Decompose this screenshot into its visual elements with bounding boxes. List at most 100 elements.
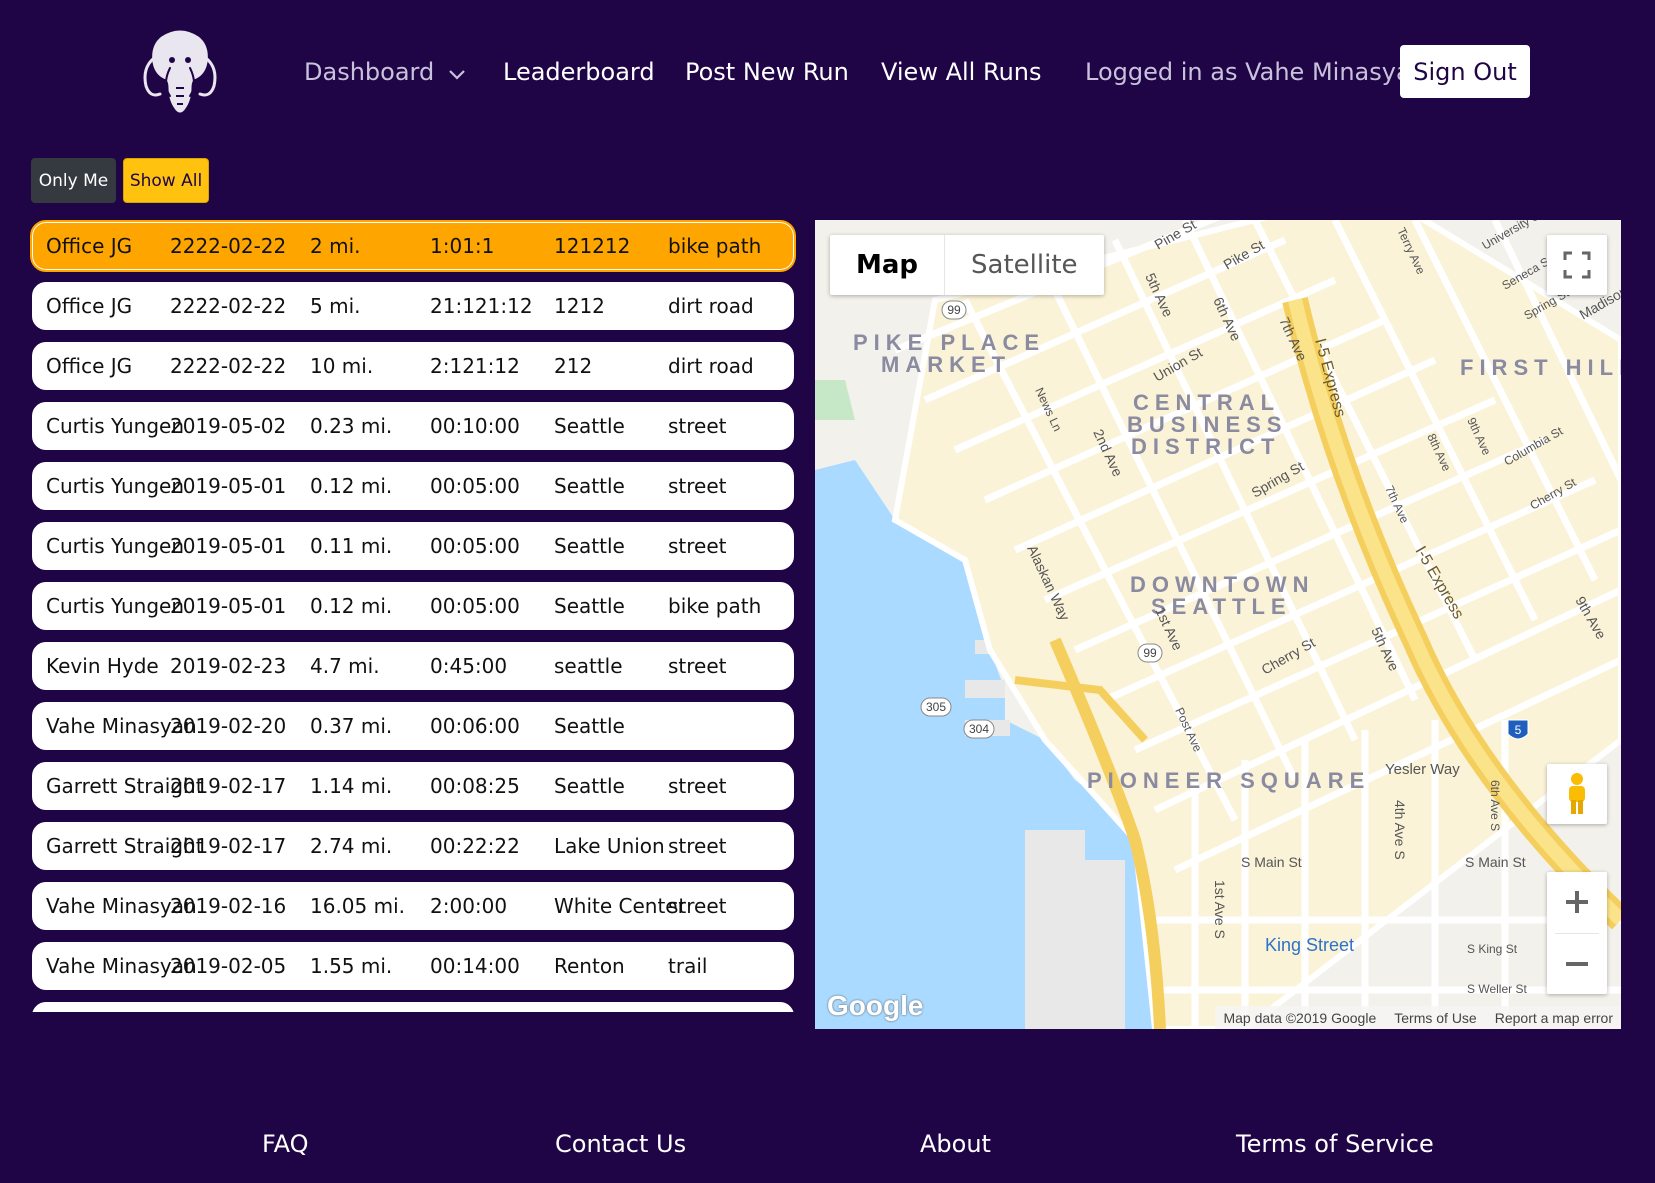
run-row[interactable]: Curtis Yungen 2019-05-01 0.12 mi. 00:05:00 S… xyxy=(30,460,796,512)
run-date: 2019-05-01 xyxy=(170,474,287,498)
run-row[interactable]: Vahe Minasyan 2019-02-16 16.05 mi. 2:00:00 W… xyxy=(30,880,796,932)
zoom-control xyxy=(1547,872,1607,994)
street-view-pegman-button[interactable] xyxy=(1547,764,1607,824)
terms-of-service-link[interactable]: Terms of Service xyxy=(1236,1129,1434,1159)
run-row[interactable]: Vahe Minasyan 2019-02-05 1.55 mi. 00:14:00 R… xyxy=(30,940,796,992)
run-row[interactable]: Curtis Yungen 2019-05-01 0.12 mi. 00:05:00 S… xyxy=(30,580,796,632)
run-row[interactable]: Office JG 2222-02-22 10 mi. 2:121:12 212 dirt… xyxy=(30,340,796,392)
svg-text:S Weller St: S Weller St xyxy=(1467,982,1527,996)
run-duration: 00:05:00 xyxy=(430,474,520,498)
run-duration: 00:14:00 xyxy=(430,954,520,978)
leaderboard-link[interactable]: Leaderboard xyxy=(503,57,655,87)
run-distance: 0.12 mi. xyxy=(310,594,393,618)
map-data-attribution: Map data ©2019 Google xyxy=(1223,1009,1377,1026)
run-distance: 2.74 mi. xyxy=(310,834,393,858)
run-row[interactable]: Garrett Straight 2019-02-17 1.14 mi. 00:08:… xyxy=(30,760,796,812)
run-surface: bike path xyxy=(668,234,762,258)
contact-us-link[interactable]: Contact Us xyxy=(555,1129,686,1159)
run-date: 2222-02-22 xyxy=(170,354,287,378)
run-location: Seattle xyxy=(554,594,625,618)
run-location: Renton xyxy=(554,954,625,978)
svg-text:S Main St: S Main St xyxy=(1465,854,1526,870)
svg-text:1st Ave S: 1st Ave S xyxy=(1212,880,1228,939)
fullscreen-button[interactable] xyxy=(1547,235,1607,295)
run-surface: street xyxy=(668,834,727,858)
run-surface: street xyxy=(668,654,727,678)
run-distance: 5 mi. xyxy=(310,294,361,318)
map-label: MARKET xyxy=(881,352,1011,377)
post-new-run-link[interactable]: Post New Run xyxy=(685,57,849,87)
run-date: 2222-02-22 xyxy=(170,294,287,318)
run-row[interactable]: Curtis Yungen 2019-05-02 0.23 mi. 00:10:00 S… xyxy=(30,400,796,452)
svg-text:305: 305 xyxy=(926,700,946,714)
run-row[interactable] xyxy=(30,1000,796,1012)
map-canvas[interactable]: PIKE PLACE MARKET CENTRAL BUSINESS DISTR… xyxy=(815,220,1621,1029)
run-row[interactable]: Curtis Yungen 2019-05-01 0.11 mi. 00:05:00 S… xyxy=(30,520,796,572)
faq-link[interactable]: FAQ xyxy=(262,1129,309,1159)
run-surface: bike path xyxy=(668,594,762,618)
run-row[interactable]: Kevin Hyde 2019-02-23 4.7 mi. 0:45:00 seattl… xyxy=(30,640,796,692)
run-duration: 0:45:00 xyxy=(430,654,508,678)
map-label: DISTRICT xyxy=(1131,434,1280,459)
view-all-runs-link[interactable]: View All Runs xyxy=(881,57,1042,87)
svg-text:S King St: S King St xyxy=(1467,942,1518,956)
run-duration: 00:06:00 xyxy=(430,714,520,738)
run-surface: dirt road xyxy=(668,294,754,318)
map-label: PIONEER SQUARE xyxy=(1087,768,1370,793)
svg-text:University St: University St xyxy=(1480,220,1546,253)
map-type-map-button[interactable]: Map xyxy=(830,235,946,295)
run-location: 121212 xyxy=(554,234,631,258)
run-duration: 00:08:25 xyxy=(430,774,520,798)
run-duration: 00:10:00 xyxy=(430,414,520,438)
sign-out-button[interactable]: Sign Out xyxy=(1400,45,1530,98)
run-distance: 0.11 mi. xyxy=(310,534,393,558)
svg-text:99: 99 xyxy=(1143,646,1157,660)
logged-in-status: Logged in as Vahe Minasyan xyxy=(1085,58,1426,86)
zoom-out-button[interactable] xyxy=(1547,933,1607,994)
dashboard-dropdown[interactable]: Dashboard xyxy=(304,57,466,88)
run-location: Seattle xyxy=(554,714,625,738)
run-location: seattle xyxy=(554,654,623,678)
plus-icon xyxy=(1566,891,1588,914)
run-date: 2019-02-05 xyxy=(170,954,287,978)
about-link[interactable]: About xyxy=(920,1129,991,1159)
run-distance: 16.05 mi. xyxy=(310,894,406,918)
report-map-error-link[interactable]: Report a map error xyxy=(1495,1010,1613,1026)
run-surface: street xyxy=(668,774,727,798)
runner-name: Curtis Yungen xyxy=(46,534,184,558)
map-type-control: Map Satellite xyxy=(830,235,1104,295)
run-row[interactable]: Office JG 2222-02-22 2 mi. 1:01:1 121212 bike… xyxy=(30,220,796,272)
runner-name: Office JG xyxy=(46,354,133,378)
top-navbar: Dashboard Leaderboard Post New Run View … xyxy=(0,0,1655,145)
google-logo: Google xyxy=(827,990,924,1021)
run-duration: 00:05:00 xyxy=(430,594,520,618)
run-location: 1212 xyxy=(554,294,605,318)
run-location: 212 xyxy=(554,354,593,378)
terms-of-use-link[interactable]: Terms of Use xyxy=(1394,1010,1476,1026)
map-type-satellite-button[interactable]: Satellite xyxy=(945,235,1104,295)
run-duration: 00:22:22 xyxy=(430,834,520,858)
run-date: 2222-02-22 xyxy=(170,234,287,258)
runner-name: Office JG xyxy=(46,234,133,258)
run-list[interactable]: Office JG 2222-02-22 2 mi. 1:01:1 121212 bike… xyxy=(30,220,796,1012)
map-attribution: Map data ©2019 Google Terms of Use Repor… xyxy=(1215,1006,1621,1029)
runner-name: Office JG xyxy=(46,294,133,318)
mammoth-logo-icon[interactable] xyxy=(140,28,220,116)
map-view[interactable]: PIKE PLACE MARKET CENTRAL BUSINESS DISTR… xyxy=(815,220,1621,1029)
map-label: FIRST HILL xyxy=(1460,355,1621,380)
pegman-icon xyxy=(1569,773,1585,814)
run-row[interactable]: Garrett Straight 2019-02-17 2.74 mi. 00:22:… xyxy=(30,820,796,872)
run-row[interactable]: Office JG 2222-02-22 5 mi. 21:121:12 1212 dir… xyxy=(30,280,796,332)
run-location: Lake Union xyxy=(554,834,665,858)
run-distance: 1.55 mi. xyxy=(310,954,393,978)
only-me-button[interactable]: Only Me xyxy=(31,158,116,203)
run-duration: 1:01:1 xyxy=(430,234,495,258)
run-duration: 00:05:00 xyxy=(430,534,520,558)
run-location: Seattle xyxy=(554,774,625,798)
run-row[interactable]: Vahe Minasyan 2019-02-20 0.37 mi. 00:06:00 S… xyxy=(30,700,796,752)
runner-name: Curtis Yungen xyxy=(46,414,184,438)
run-duration: 21:121:12 xyxy=(430,294,533,318)
zoom-in-button[interactable] xyxy=(1547,872,1607,933)
show-all-button[interactable]: Show All xyxy=(123,158,209,203)
run-distance: 0.12 mi. xyxy=(310,474,393,498)
